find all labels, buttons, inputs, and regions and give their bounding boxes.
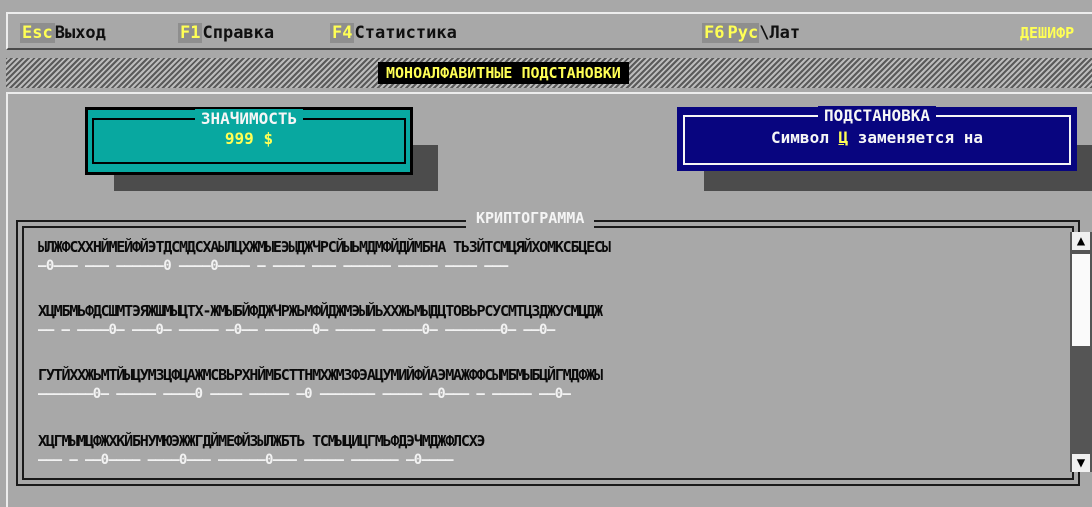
menu-language-rest: \Лат <box>759 23 801 43</box>
menu-help-label: Справка <box>202 23 275 43</box>
cryptogram-scrollbar[interactable]: ▲ ▼ <box>1070 232 1092 472</box>
cryptogram-line-3[interactable]: ГУТЙХХЖЬМТЙЫЦУМЗЦФЦАЖМСВЬРХНЙМБСТТНМХЖМЗ… <box>38 366 603 384</box>
menu-exit-label: Выход <box>54 23 106 43</box>
substitution-title: ПОДСТАНОВКА <box>677 106 1077 125</box>
cryptogram-line-2[interactable]: ХЦМБМЬФДСШМТЭЯЖШМЫЦТХ-ЖМЫБЙФДЖЧРЖЬМФЙДЖМ… <box>38 302 603 320</box>
scroll-up-icon[interactable]: ▲ <box>1072 232 1090 250</box>
cryptogram-title: КРИПТОГРАММА <box>466 208 595 228</box>
menu-statistics-label: Статистика <box>354 23 457 43</box>
substitution-char[interactable]: Ц <box>838 128 848 147</box>
menu-statistics-key: F4 <box>330 23 355 43</box>
menu-language-key: F6 <box>702 23 727 43</box>
menu-help-key: F1 <box>178 23 203 43</box>
substitution-box: ПОДСТАНОВКА Символ Ц заменяется на <box>677 106 1077 171</box>
significance-box: ЗНАЧИМОСТЬ 999 $ <box>85 107 413 175</box>
menu-exit[interactable]: Esc Выход <box>20 22 106 44</box>
substitution-text-after: заменяется на <box>848 128 983 147</box>
substitution-title-text: ПОДСТАНОВКА <box>818 106 936 125</box>
substitution-prompt: Символ Ц заменяется на <box>677 129 1077 147</box>
decryption-line-2: —— — ————0— ———0— ————— —0—— ——————0— ——… <box>38 322 555 338</box>
menu-language-active: Рус <box>726 23 760 43</box>
mode-label: ДЕШИФР <box>1020 24 1075 42</box>
decryption-line-1: —0——— ——— ——————0 ————0———— — ———— ——— —… <box>38 258 508 274</box>
substitution-text-before: Символ <box>771 128 839 147</box>
app-screen: Esc Выход F1 Справка F4 Статистика F6 Рус\Ла… <box>0 0 1092 507</box>
significance-value: 999 $ <box>224 129 274 148</box>
scroll-down-icon[interactable]: ▼ <box>1072 454 1090 472</box>
decryption-line-4: ——— — ——0———— ————0——— ——————0——— ————— … <box>38 452 454 468</box>
significance-title: ЗНАЧИМОСТЬ <box>88 109 410 128</box>
cryptogram-line-4[interactable]: ХЦГМЫМЦФЖХКЙБНУМЮЭЖЖГДЙМЕФЙЗЫЛЖБТЬ ТСМЫЦ… <box>38 432 486 450</box>
cryptogram-line-1[interactable]: ЫЛЖФСХХНЙМЕЙФЙЭТДСМДСХАЫЛЦХЖМЫЕЭЫДЖЧРСЙЫ… <box>38 238 611 256</box>
menu-statistics[interactable]: F4 Статистика <box>330 22 457 44</box>
scrollbar-thumb[interactable] <box>1072 254 1090 346</box>
title-strip: МОНОАЛФАВИТНЫЕ ПОДСТАНОВКИ <box>6 58 1092 88</box>
menu-language-toggle[interactable]: F6 Рус\Лат <box>702 22 800 44</box>
menu-bar: Esc Выход F1 Справка F4 Статистика F6 Рус\Ла… <box>6 12 1092 50</box>
menu-exit-key: Esc <box>20 23 55 43</box>
menu-help[interactable]: F1 Справка <box>178 22 274 44</box>
decryption-line-3: ———————0— ————— ————0 ———— ————— —0 ————… <box>38 386 571 402</box>
significance-title-text: ЗНАЧИМОСТЬ <box>194 109 304 128</box>
section-title: МОНОАЛФАВИТНЫЕ ПОДСТАНОВКИ <box>378 62 629 84</box>
